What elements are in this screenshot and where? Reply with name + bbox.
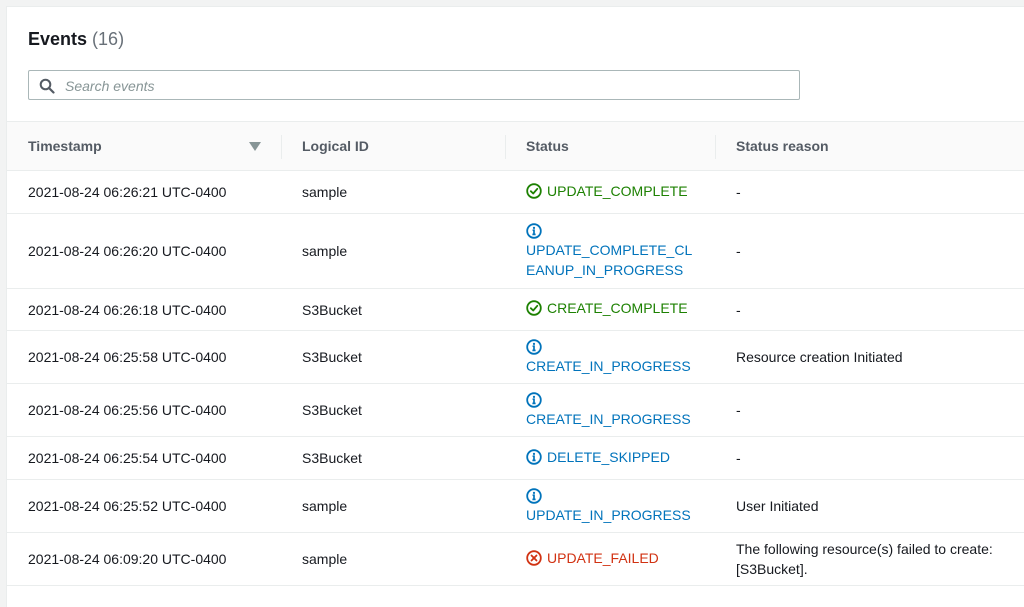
sort-descending-icon[interactable] <box>249 142 261 152</box>
status-reason-cell: User Initiated <box>715 479 1024 533</box>
status-cell: CREATE_IN_PROGRESS <box>505 330 715 384</box>
logical-id-cell: S3Bucket <box>281 288 505 331</box>
status-text: CREATE_COMPLETE <box>547 300 688 316</box>
table-row: 2021-08-24 06:26:21 UTC-0400 sample UPDA… <box>7 170 1024 214</box>
status-text: UPDATE_COMPLETE_CL <box>526 241 693 258</box>
status-success-icon <box>526 182 542 199</box>
status-reason-cell: - <box>715 436 1024 480</box>
logical-id-cell: sample <box>281 532 505 586</box>
table-row: 2021-08-24 06:26:18 UTC-0400 S3Bucket CR… <box>7 288 1024 331</box>
status-cell: UPDATE_COMPLETE_CL EANUP_IN_PROGRESS <box>505 213 715 289</box>
status-success-icon <box>526 300 542 316</box>
status-cell: CREATE_IN_PROGRESS <box>505 383 715 437</box>
status-text-continued: EANUP_IN_PROGRESS <box>526 261 684 278</box>
status-info-icon <box>526 338 542 355</box>
status-text: CREATE_IN_PROGRESS <box>526 410 691 427</box>
column-label-status: Status <box>526 138 569 154</box>
search-input[interactable] <box>63 74 787 98</box>
column-divider[interactable] <box>505 135 506 159</box>
timestamp-cell: 2021-08-24 06:25:56 UTC-0400 <box>7 383 281 437</box>
status-reason-cell: - <box>715 383 1024 437</box>
search-box[interactable] <box>28 70 800 100</box>
status-reason-cell: - <box>715 213 1024 289</box>
search-icon <box>39 78 55 94</box>
status-text: DELETE_SKIPPED <box>547 448 670 465</box>
status-info-icon <box>526 391 542 408</box>
events-table: Timestamp Logical ID Status Status reaso… <box>7 121 1024 586</box>
column-header-timestamp[interactable]: Timestamp <box>7 121 281 171</box>
timestamp-cell: 2021-08-24 06:26:20 UTC-0400 <box>7 213 281 289</box>
timestamp-cell: 2021-08-24 06:09:20 UTC-0400 <box>7 532 281 586</box>
status-text: CREATE_IN_PROGRESS <box>526 357 691 374</box>
status-reason-cell: The following resource(s) failed to crea… <box>715 532 1024 586</box>
table-row: 2021-08-24 06:25:54 UTC-0400 S3Bucket DE… <box>7 436 1024 480</box>
timestamp-cell: 2021-08-24 06:25:52 UTC-0400 <box>7 479 281 533</box>
status-cell: UPDATE_COMPLETE <box>505 170 715 214</box>
status-reason-cell: Resource creation Initiated <box>715 330 1024 384</box>
status-text: UPDATE_FAILED <box>547 549 659 566</box>
column-divider[interactable] <box>715 135 716 159</box>
column-divider[interactable] <box>281 135 282 159</box>
logical-id-cell: S3Bucket <box>281 436 505 480</box>
logical-id-cell: sample <box>281 213 505 289</box>
status-reason-cell: - <box>715 288 1024 331</box>
status-cell: UPDATE_IN_PROGRESS <box>505 479 715 533</box>
status-info-icon <box>526 222 542 239</box>
timestamp-cell: 2021-08-24 06:25:58 UTC-0400 <box>7 330 281 384</box>
status-cell: UPDATE_FAILED <box>505 532 715 586</box>
table-row: 2021-08-24 06:25:56 UTC-0400 S3Bucket CR… <box>7 383 1024 437</box>
events-panel: Events (16) Timestamp Logical ID <box>6 6 1024 607</box>
events-header: Events (16) <box>28 29 124 50</box>
status-error-icon <box>526 549 542 566</box>
status-reason-text-continued: [S3Bucket]. <box>736 561 808 577</box>
timestamp-cell: 2021-08-24 06:26:18 UTC-0400 <box>7 288 281 331</box>
logical-id-cell: S3Bucket <box>281 383 505 437</box>
table-row: 2021-08-24 06:09:20 UTC-0400 sample UPDA… <box>7 532 1024 586</box>
status-cell: DELETE_SKIPPED <box>505 436 715 480</box>
column-header-logical-id[interactable]: Logical ID <box>281 121 505 171</box>
status-info-icon <box>526 448 542 465</box>
events-count: (16) <box>92 29 125 49</box>
table-row: 2021-08-24 06:26:20 UTC-0400 sample UPDA… <box>7 213 1024 289</box>
logical-id-cell: S3Bucket <box>281 330 505 384</box>
status-text: UPDATE_COMPLETE <box>547 182 688 199</box>
timestamp-cell: 2021-08-24 06:25:54 UTC-0400 <box>7 436 281 480</box>
column-label-logical-id: Logical ID <box>302 138 369 154</box>
column-header-status-reason[interactable]: Status reason <box>715 121 1024 171</box>
status-reason-cell: - <box>715 170 1024 214</box>
table-row: 2021-08-24 06:25:58 UTC-0400 S3Bucket CR… <box>7 330 1024 384</box>
status-text: UPDATE_IN_PROGRESS <box>526 506 691 523</box>
timestamp-cell: 2021-08-24 06:26:21 UTC-0400 <box>7 170 281 214</box>
logical-id-cell: sample <box>281 170 505 214</box>
table-row: 2021-08-24 06:25:52 UTC-0400 sample UPDA… <box>7 479 1024 533</box>
status-cell: CREATE_COMPLETE <box>505 288 715 331</box>
column-label-status-reason: Status reason <box>736 138 829 154</box>
status-reason-text: The following resource(s) failed to crea… <box>736 541 993 557</box>
column-header-status[interactable]: Status <box>505 121 715 171</box>
logical-id-cell: sample <box>281 479 505 533</box>
status-info-icon <box>526 487 542 504</box>
events-title: Events <box>28 29 88 49</box>
column-label-timestamp: Timestamp <box>28 138 102 154</box>
table-header-row: Timestamp Logical ID Status Status reaso… <box>7 121 1024 171</box>
